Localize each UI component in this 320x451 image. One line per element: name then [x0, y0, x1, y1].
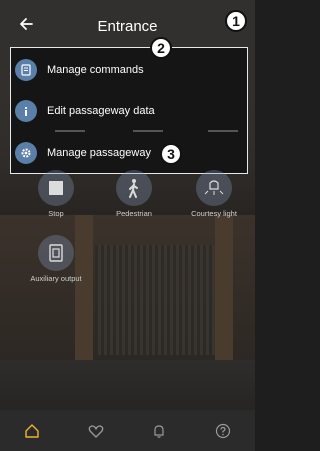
menu-item-label: Manage passageway	[47, 147, 151, 159]
heart-icon	[88, 424, 103, 438]
background-ground	[0, 360, 255, 410]
action-courtesy-light[interactable]: Courtesy light	[174, 170, 254, 218]
bottom-navigation	[0, 410, 255, 451]
nav-notifications[interactable]	[139, 416, 179, 446]
menu-item-label: Edit passageway data	[47, 105, 155, 117]
callout-badge-3: 3	[160, 143, 182, 165]
light-icon	[196, 170, 232, 206]
menu-item-edit-passageway-data[interactable]: Edit passageway data	[11, 91, 247, 131]
callout-badge-2: 2	[150, 37, 172, 59]
list-icon	[15, 59, 37, 81]
stop-icon	[38, 170, 74, 206]
action-label: Stop	[48, 209, 64, 218]
background-pillar	[215, 215, 233, 365]
action-label: Pedestrian	[116, 209, 152, 218]
overflow-menu: Manage commands Edit passageway data Man…	[10, 47, 248, 174]
nav-favorites[interactable]	[76, 416, 116, 446]
action-label: Auxiliary output	[30, 274, 82, 283]
menu-item-manage-passageway[interactable]: Manage passageway	[11, 133, 247, 173]
auxiliary-output-icon	[38, 235, 74, 271]
nav-help[interactable]	[203, 416, 243, 446]
gear-icon	[15, 142, 37, 164]
home-icon	[25, 423, 39, 438]
background-gate	[95, 245, 215, 355]
callout-badge-1: 1	[225, 10, 247, 32]
pedestrian-icon	[116, 170, 152, 206]
action-stop[interactable]: Stop	[16, 170, 96, 218]
action-auxiliary-output[interactable]: Auxiliary output	[16, 235, 96, 283]
info-icon	[15, 100, 37, 122]
help-icon	[216, 423, 231, 438]
menu-item-label: Manage commands	[47, 64, 144, 76]
bell-icon	[154, 424, 164, 438]
app-header: Entrance	[0, 0, 255, 52]
action-label: Courtesy light	[191, 209, 237, 218]
nav-home[interactable]	[12, 416, 52, 446]
action-pedestrian[interactable]: Pedestrian	[94, 170, 174, 218]
page-title: Entrance	[97, 18, 158, 35]
menu-item-manage-commands[interactable]: Manage commands	[11, 50, 247, 90]
